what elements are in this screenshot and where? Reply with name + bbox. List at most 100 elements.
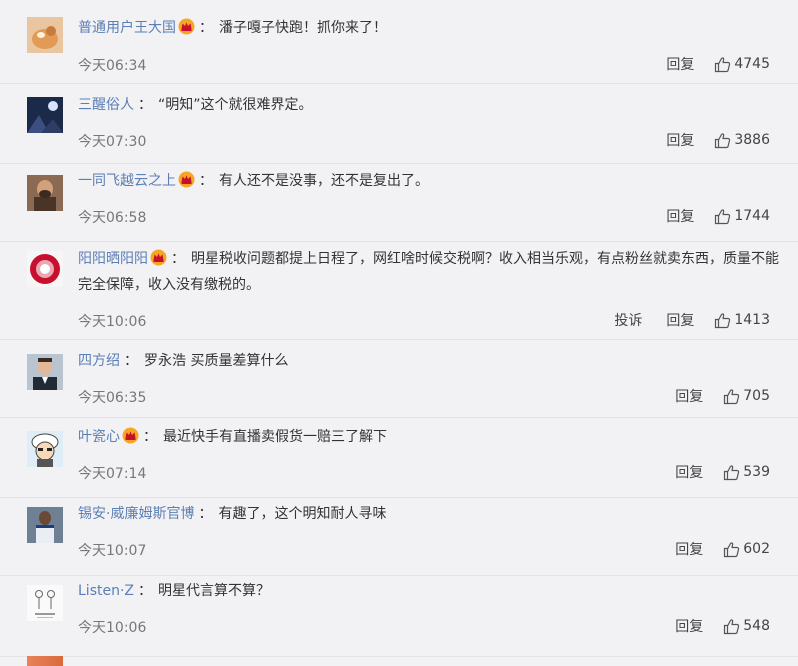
avatar[interactable] (27, 585, 63, 621)
reply-button[interactable]: 回复 (666, 310, 694, 330)
thumbs-up-icon (714, 56, 734, 73)
like-count: 3886 (734, 132, 770, 148)
comment-text: 罗永浩 买质量差算什么 (144, 353, 289, 369)
like-button[interactable]: 4745 (714, 56, 770, 73)
colon: ： (199, 20, 213, 36)
like-count: 1744 (734, 208, 770, 224)
thumbs-up-icon (714, 132, 734, 149)
like-button[interactable]: 548 (723, 618, 770, 635)
comment-text: 有趣了，这个明知耐人寻味 (218, 506, 387, 522)
like-button[interactable]: 705 (723, 388, 770, 405)
timestamp: 今天07:30 (78, 134, 147, 150)
timestamp: 今天07:14 (78, 466, 147, 482)
like-count: 548 (743, 618, 770, 634)
like-count: 1413 (734, 312, 770, 328)
comment-item: 叶瓷心 ： 最近快手有直播卖假货一赔三了解下 今天07:14 回复 539 (0, 417, 798, 498)
comment-body: 叶瓷心 ： 最近快手有直播卖假货一赔三了解下 (78, 424, 783, 450)
comment-text: 潘子嘎子快跑！抓你来了！ (219, 20, 387, 36)
comment-body: 一同飞越云之上 ： 有人还不是没事，还不是复出了。 (78, 168, 783, 194)
thumbs-up-icon (723, 618, 743, 635)
avatar[interactable] (27, 656, 63, 666)
username-link[interactable]: 阳阳晒阳阳 (78, 251, 148, 267)
crown-badge-icon (178, 18, 195, 35)
like-button[interactable]: 3886 (714, 132, 770, 149)
like-button[interactable]: 602 (723, 541, 770, 558)
like-count: 4745 (734, 56, 770, 72)
username-link[interactable]: Listen·Z (78, 583, 134, 599)
comment-actions: 回复 1744 (666, 206, 770, 226)
like-count: 539 (743, 464, 770, 480)
timestamp: 今天10:06 (78, 314, 147, 330)
like-count: 602 (743, 541, 770, 557)
comment-body: 锡安·威廉姆斯官博： 有趣了，这个明知耐人寻味 (78, 501, 783, 527)
comment-actions: 回复 539 (675, 462, 770, 482)
thumbs-up-icon (723, 464, 743, 481)
comment-item: Listen·Z： 明星代言算不算？ 今天10:06 回复 548 (0, 575, 798, 657)
comment-actions: 投诉 回复 1413 (614, 310, 770, 330)
crown-badge-icon (178, 171, 195, 188)
comment-text: “明知”这个就很难界定。 (158, 97, 313, 113)
avatar[interactable] (27, 354, 63, 390)
crown-badge-icon (150, 249, 167, 266)
avatar[interactable] (27, 507, 63, 543)
comment-actions: 回复 705 (675, 386, 770, 406)
reply-button[interactable]: 回复 (666, 206, 694, 226)
comment-actions: 回复 3886 (666, 130, 770, 150)
reply-button[interactable]: 回复 (666, 54, 694, 74)
timestamp: 今天06:34 (78, 58, 147, 74)
avatar[interactable] (27, 97, 63, 133)
comment-actions: 回复 4745 (666, 54, 770, 74)
like-button[interactable]: 539 (723, 464, 770, 481)
avatar[interactable] (27, 175, 63, 211)
timestamp: 今天10:07 (78, 543, 147, 559)
comment-item: 阳阳晒阳阳：明星税收问题都提上日程了，网红啥时候交税啊？收入相当乐观，有点粉丝就… (0, 241, 798, 340)
timestamp: 今天06:58 (78, 210, 147, 226)
comment-body: 三醒俗人： “明知”这个就很难界定。 (78, 92, 783, 118)
colon: ： (198, 506, 213, 522)
comment-body: 阳阳晒阳阳：明星税收问题都提上日程了，网红啥时候交税啊？收入相当乐观，有点粉丝就… (78, 246, 783, 298)
colon: ： (171, 251, 185, 267)
timestamp: 今天10:06 (78, 620, 147, 636)
reply-button[interactable]: 回复 (666, 130, 694, 150)
comment-item: 四方绍： 罗永浩 买质量差算什么 今天06:35 回复 705 (0, 339, 798, 418)
colon: ： (124, 353, 138, 369)
report-button[interactable]: 投诉 (614, 310, 642, 330)
thumbs-up-icon (723, 388, 743, 405)
reply-button[interactable]: 回复 (675, 539, 703, 559)
username-link[interactable]: 锡安·威廉姆斯官博 (78, 506, 194, 522)
comment-text: 明星代言算不算？ (158, 583, 270, 599)
username-link[interactable]: 一同飞越云之上 (78, 173, 176, 189)
comment-item: 一同飞越云之上 ： 有人还不是没事，还不是复出了。 今天06:58 回复 1744 (0, 163, 798, 242)
like-button[interactable]: 1744 (714, 208, 770, 225)
reply-button[interactable]: 回复 (675, 616, 703, 636)
comment-body: 普通用户王大国 ： 潘子嘎子快跑！抓你来了！ (78, 15, 783, 41)
colon: ： (138, 583, 152, 599)
colon: ： (199, 173, 213, 189)
reply-button[interactable]: 回复 (675, 462, 703, 482)
comment-actions: 回复 548 (675, 616, 770, 636)
comment-text: 有人还不是没事，还不是复出了。 (219, 173, 429, 189)
comment-actions: 回复 602 (675, 539, 770, 559)
username-link[interactable]: 四方绍 (78, 353, 120, 369)
comment-item: 普通用户王大国 ： 潘子嘎子快跑！抓你来了！ 今天06:34 回复 4745 (0, 0, 798, 84)
avatar[interactable] (27, 251, 63, 287)
username-link[interactable]: 叶瓷心 (78, 429, 120, 445)
crown-badge-icon (122, 427, 139, 444)
comment-item: 锡安·威廉姆斯官博： 有趣了，这个明知耐人寻味 今天10:07 回复 602 (0, 497, 798, 576)
reply-button[interactable]: 回复 (675, 386, 703, 406)
like-button[interactable]: 1413 (714, 312, 770, 329)
like-count: 705 (743, 388, 770, 404)
colon: ： (138, 97, 152, 113)
comment-body: Listen·Z： 明星代言算不算？ (78, 578, 783, 604)
username-link[interactable]: 三醒俗人 (78, 97, 134, 113)
username-link[interactable]: 普通用户王大国 (78, 20, 176, 36)
thumbs-up-icon (714, 312, 734, 329)
comment-body: 四方绍： 罗永浩 买质量差算什么 (78, 348, 783, 374)
colon: ： (143, 429, 157, 445)
avatar[interactable] (27, 17, 63, 53)
timestamp: 今天06:35 (78, 390, 147, 406)
thumbs-up-icon (714, 208, 734, 225)
comment-item: 三醒俗人： “明知”这个就很难界定。 今天07:30 回复 3886 (0, 83, 798, 164)
comment-text: 最近快手有直播卖假货一赔三了解下 (163, 429, 387, 445)
avatar[interactable] (27, 431, 63, 467)
